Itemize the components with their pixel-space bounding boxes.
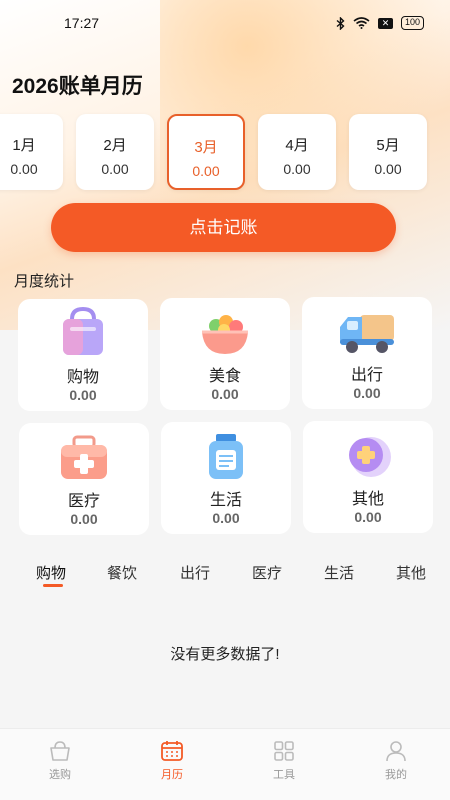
wifi-icon	[353, 17, 370, 29]
nav-item-calendar[interactable]: 月历	[116, 729, 228, 800]
month-card-3[interactable]: 3月 0.00	[167, 114, 245, 190]
category-card-travel[interactable]: 出行 0.00	[302, 297, 432, 409]
category-value: 0.00	[211, 386, 239, 402]
medical-kit-icon	[61, 435, 107, 479]
tab-active-indicator	[43, 584, 63, 587]
page-title: 2026账单月历	[12, 75, 143, 98]
grid-icon	[274, 741, 294, 761]
category-value: 0.00	[69, 387, 97, 403]
month-card-1[interactable]: 1月 0.00	[0, 114, 63, 190]
category-name: 美食	[208, 368, 241, 385]
month-name: 3月	[194, 139, 218, 156]
category-name: 生活	[209, 492, 242, 509]
record-button[interactable]: 点击记账	[51, 203, 396, 252]
nav-label: 我的	[385, 769, 407, 781]
nav-label: 工具	[273, 769, 295, 781]
month-card-4[interactable]: 4月 0.00	[258, 114, 336, 190]
tab-travel[interactable]: 出行	[180, 562, 210, 583]
empty-message: 没有更多数据了!	[170, 646, 280, 663]
category-name: 其他	[351, 491, 384, 508]
status-time: 17:27	[64, 15, 100, 31]
month-value: 0.00	[374, 161, 402, 177]
category-card-life[interactable]: 生活 0.00	[161, 422, 291, 534]
user-icon	[386, 741, 406, 762]
category-name: 医疗	[67, 493, 100, 510]
category-card-other[interactable]: 其他 0.00	[303, 421, 433, 533]
category-value: 0.00	[212, 510, 240, 526]
month-name: 4月	[285, 137, 309, 154]
mute-icon: ✕	[377, 17, 393, 29]
category-value: 0.00	[70, 511, 98, 527]
basket-icon	[50, 741, 70, 761]
month-value: 0.00	[283, 161, 311, 177]
status-icons: ✕ 100	[336, 16, 424, 30]
month-name: 1月	[12, 137, 36, 154]
month-selector[interactable]: 1月 0.00 2月 0.00 3月 0.00 4月 0.00 5月 0.00	[0, 112, 450, 194]
truck-icon	[340, 315, 394, 353]
category-card-medical[interactable]: 医疗 0.00	[19, 423, 149, 535]
category-card-shopping[interactable]: 购物 0.00	[18, 299, 148, 411]
tab-medical[interactable]: 医疗	[252, 562, 282, 583]
category-card-food[interactable]: 美食 0.00	[160, 298, 290, 410]
category-value: 0.00	[354, 509, 382, 525]
calendar-icon	[161, 741, 183, 761]
nav-item-shop[interactable]: 选购	[4, 729, 116, 800]
tab-life[interactable]: 生活	[324, 562, 354, 583]
jar-icon	[209, 434, 243, 479]
plus-badge-icon	[349, 437, 391, 477]
category-name: 购物	[66, 369, 99, 386]
month-name: 5月	[376, 137, 400, 154]
tab-shopping[interactable]: 购物	[36, 562, 66, 583]
tab-other[interactable]: 其他	[396, 562, 426, 583]
bottom-nav: 选购 月历 工具 我的	[0, 728, 450, 800]
month-card-5[interactable]: 5月 0.00	[349, 114, 427, 190]
month-name: 2月	[103, 137, 127, 154]
nav-item-tools[interactable]: 工具	[228, 729, 340, 800]
nav-item-profile[interactable]: 我的	[340, 729, 450, 800]
bluetooth-icon	[336, 16, 345, 30]
nav-label: 月历	[161, 769, 183, 781]
battery-icon: 100	[400, 16, 424, 30]
tab-dining[interactable]: 餐饮	[107, 562, 137, 583]
month-value: 0.00	[192, 163, 220, 179]
month-value: 0.00	[101, 161, 129, 177]
category-tabs: 购物 餐饮 出行 医疗 生活 其他	[0, 552, 450, 592]
month-card-2[interactable]: 2月 0.00	[76, 114, 154, 190]
category-name: 出行	[350, 367, 383, 384]
status-bar: 17:27 ✕ 100	[0, 0, 450, 46]
nav-label: 选购	[49, 769, 71, 781]
monthly-stats-title: 月度统计	[14, 273, 75, 290]
food-bowl-icon	[202, 315, 248, 354]
month-value: 0.00	[10, 161, 38, 177]
category-value: 0.00	[353, 385, 381, 401]
shopping-bag-icon	[63, 306, 103, 355]
